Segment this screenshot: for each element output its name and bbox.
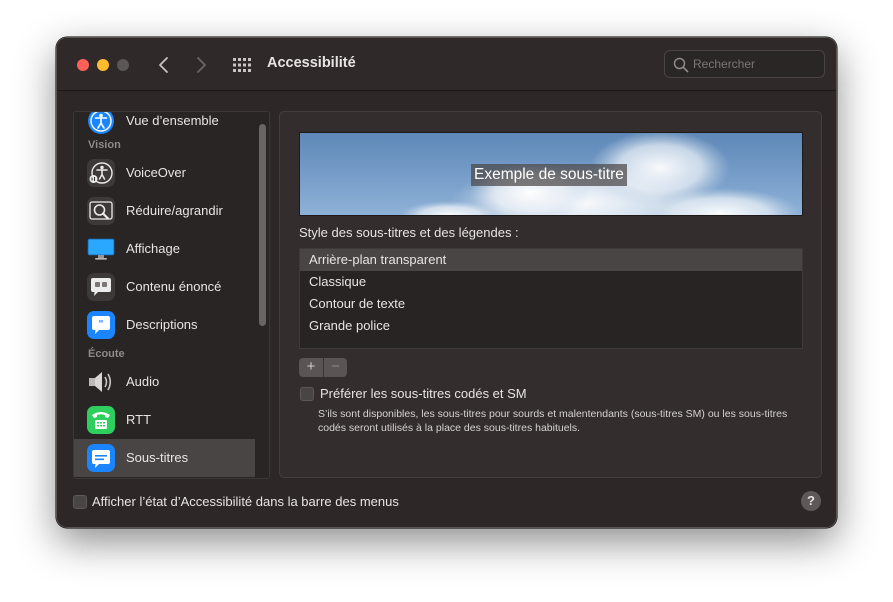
svg-text:": " (98, 319, 103, 330)
section-header-vision: Vision (88, 139, 121, 151)
display-icon (87, 238, 115, 260)
show-in-menubar-label: Afficher l’état d’Accessibilité dans la … (92, 494, 399, 509)
chevron-left-icon (159, 57, 168, 73)
sidebar-item-label: Vue d’ensemble (126, 113, 219, 128)
voiceover-icon (87, 159, 115, 187)
window-title: Accessibilité (267, 55, 356, 71)
style-list-label: Style des sous-titres et des légendes : (299, 225, 519, 240)
show-in-menubar-checkbox[interactable] (73, 495, 87, 509)
back-button[interactable] (152, 53, 176, 77)
sidebar-item-overview[interactable]: Vue d’ensemble (74, 112, 255, 140)
sidebar-item-label: RTT (126, 412, 152, 427)
search-icon (673, 57, 689, 73)
prefer-sdh-label: Préférer les sous-titres codés et SM (320, 386, 527, 401)
minimize-button[interactable] (97, 59, 109, 71)
caption-preview: Exemple de sous-titre (299, 132, 803, 216)
captions-panel: Exemple de sous-titre Style des sous-tit… (279, 111, 822, 478)
style-row-classic[interactable]: Classique (300, 271, 802, 293)
descriptions-icon: " (87, 311, 115, 339)
preferences-window: Accessibilité Vue d’ensemble Vision (56, 37, 837, 528)
sidebar-item-captions[interactable]: Sous-titres (74, 439, 255, 477)
zoom-button[interactable] (117, 59, 129, 71)
captions-icon (87, 444, 115, 472)
zoom-icon (87, 197, 115, 225)
style-row-large[interactable]: Grande police (300, 315, 802, 337)
prefer-sdh-description: S’ils sont disponibles, les sous-titres … (318, 408, 788, 434)
sidebar-item-label: Affichage (126, 241, 180, 256)
sidebar-item-descriptions[interactable]: " Descriptions (74, 306, 255, 344)
close-button[interactable] (77, 59, 89, 71)
search-input[interactable] (693, 51, 821, 77)
show-all-button[interactable] (232, 57, 252, 73)
chevron-right-icon (197, 57, 206, 73)
forward-button[interactable] (189, 53, 213, 77)
speaker-icon (89, 372, 112, 392)
section-header-ecoute: Écoute (88, 348, 125, 360)
grid-icon (233, 58, 251, 72)
accessibility-icon (88, 112, 114, 134)
sidebar-item-voiceover[interactable]: VoiceOver (74, 154, 255, 192)
prefer-sdh-checkbox[interactable] (300, 387, 314, 401)
sidebar-item-spoken-content[interactable]: Contenu énoncé (74, 268, 255, 306)
style-row-outline[interactable]: Contour de texte (300, 293, 802, 315)
sidebar: Vue d’ensemble Vision VoiceOver Réduire/… (73, 111, 270, 479)
sidebar-item-display[interactable]: Affichage (74, 230, 255, 268)
add-remove-control: + − (299, 358, 347, 377)
sidebar-item-label: VoiceOver (126, 165, 186, 180)
spoken-content-icon (87, 273, 115, 301)
caption-style-list: Arrière-plan transparent Classique Conto… (299, 248, 803, 349)
sidebar-item-label: Réduire/agrandir (126, 203, 223, 218)
remove-style-button[interactable]: − (323, 358, 347, 377)
help-button[interactable]: ? (801, 491, 821, 511)
rtt-phone-icon (87, 406, 115, 434)
add-style-button[interactable]: + (299, 358, 323, 377)
search-field[interactable] (664, 50, 825, 78)
sidebar-item-label: Descriptions (126, 317, 198, 332)
sidebar-item-zoom[interactable]: Réduire/agrandir (74, 192, 255, 230)
sidebar-item-label: Contenu énoncé (126, 279, 222, 294)
sidebar-item-label: Sous-titres (126, 450, 189, 465)
sidebar-item-label: Audio (126, 374, 160, 389)
caption-preview-text: Exemple de sous-titre (471, 164, 627, 186)
title-bar: Accessibilité (57, 38, 836, 91)
style-row-transparent[interactable]: Arrière-plan transparent (300, 249, 802, 271)
sidebar-scrollbar[interactable] (259, 124, 266, 326)
sidebar-item-audio[interactable]: Audio (74, 363, 255, 401)
sidebar-item-rtt[interactable]: RTT (74, 401, 255, 439)
